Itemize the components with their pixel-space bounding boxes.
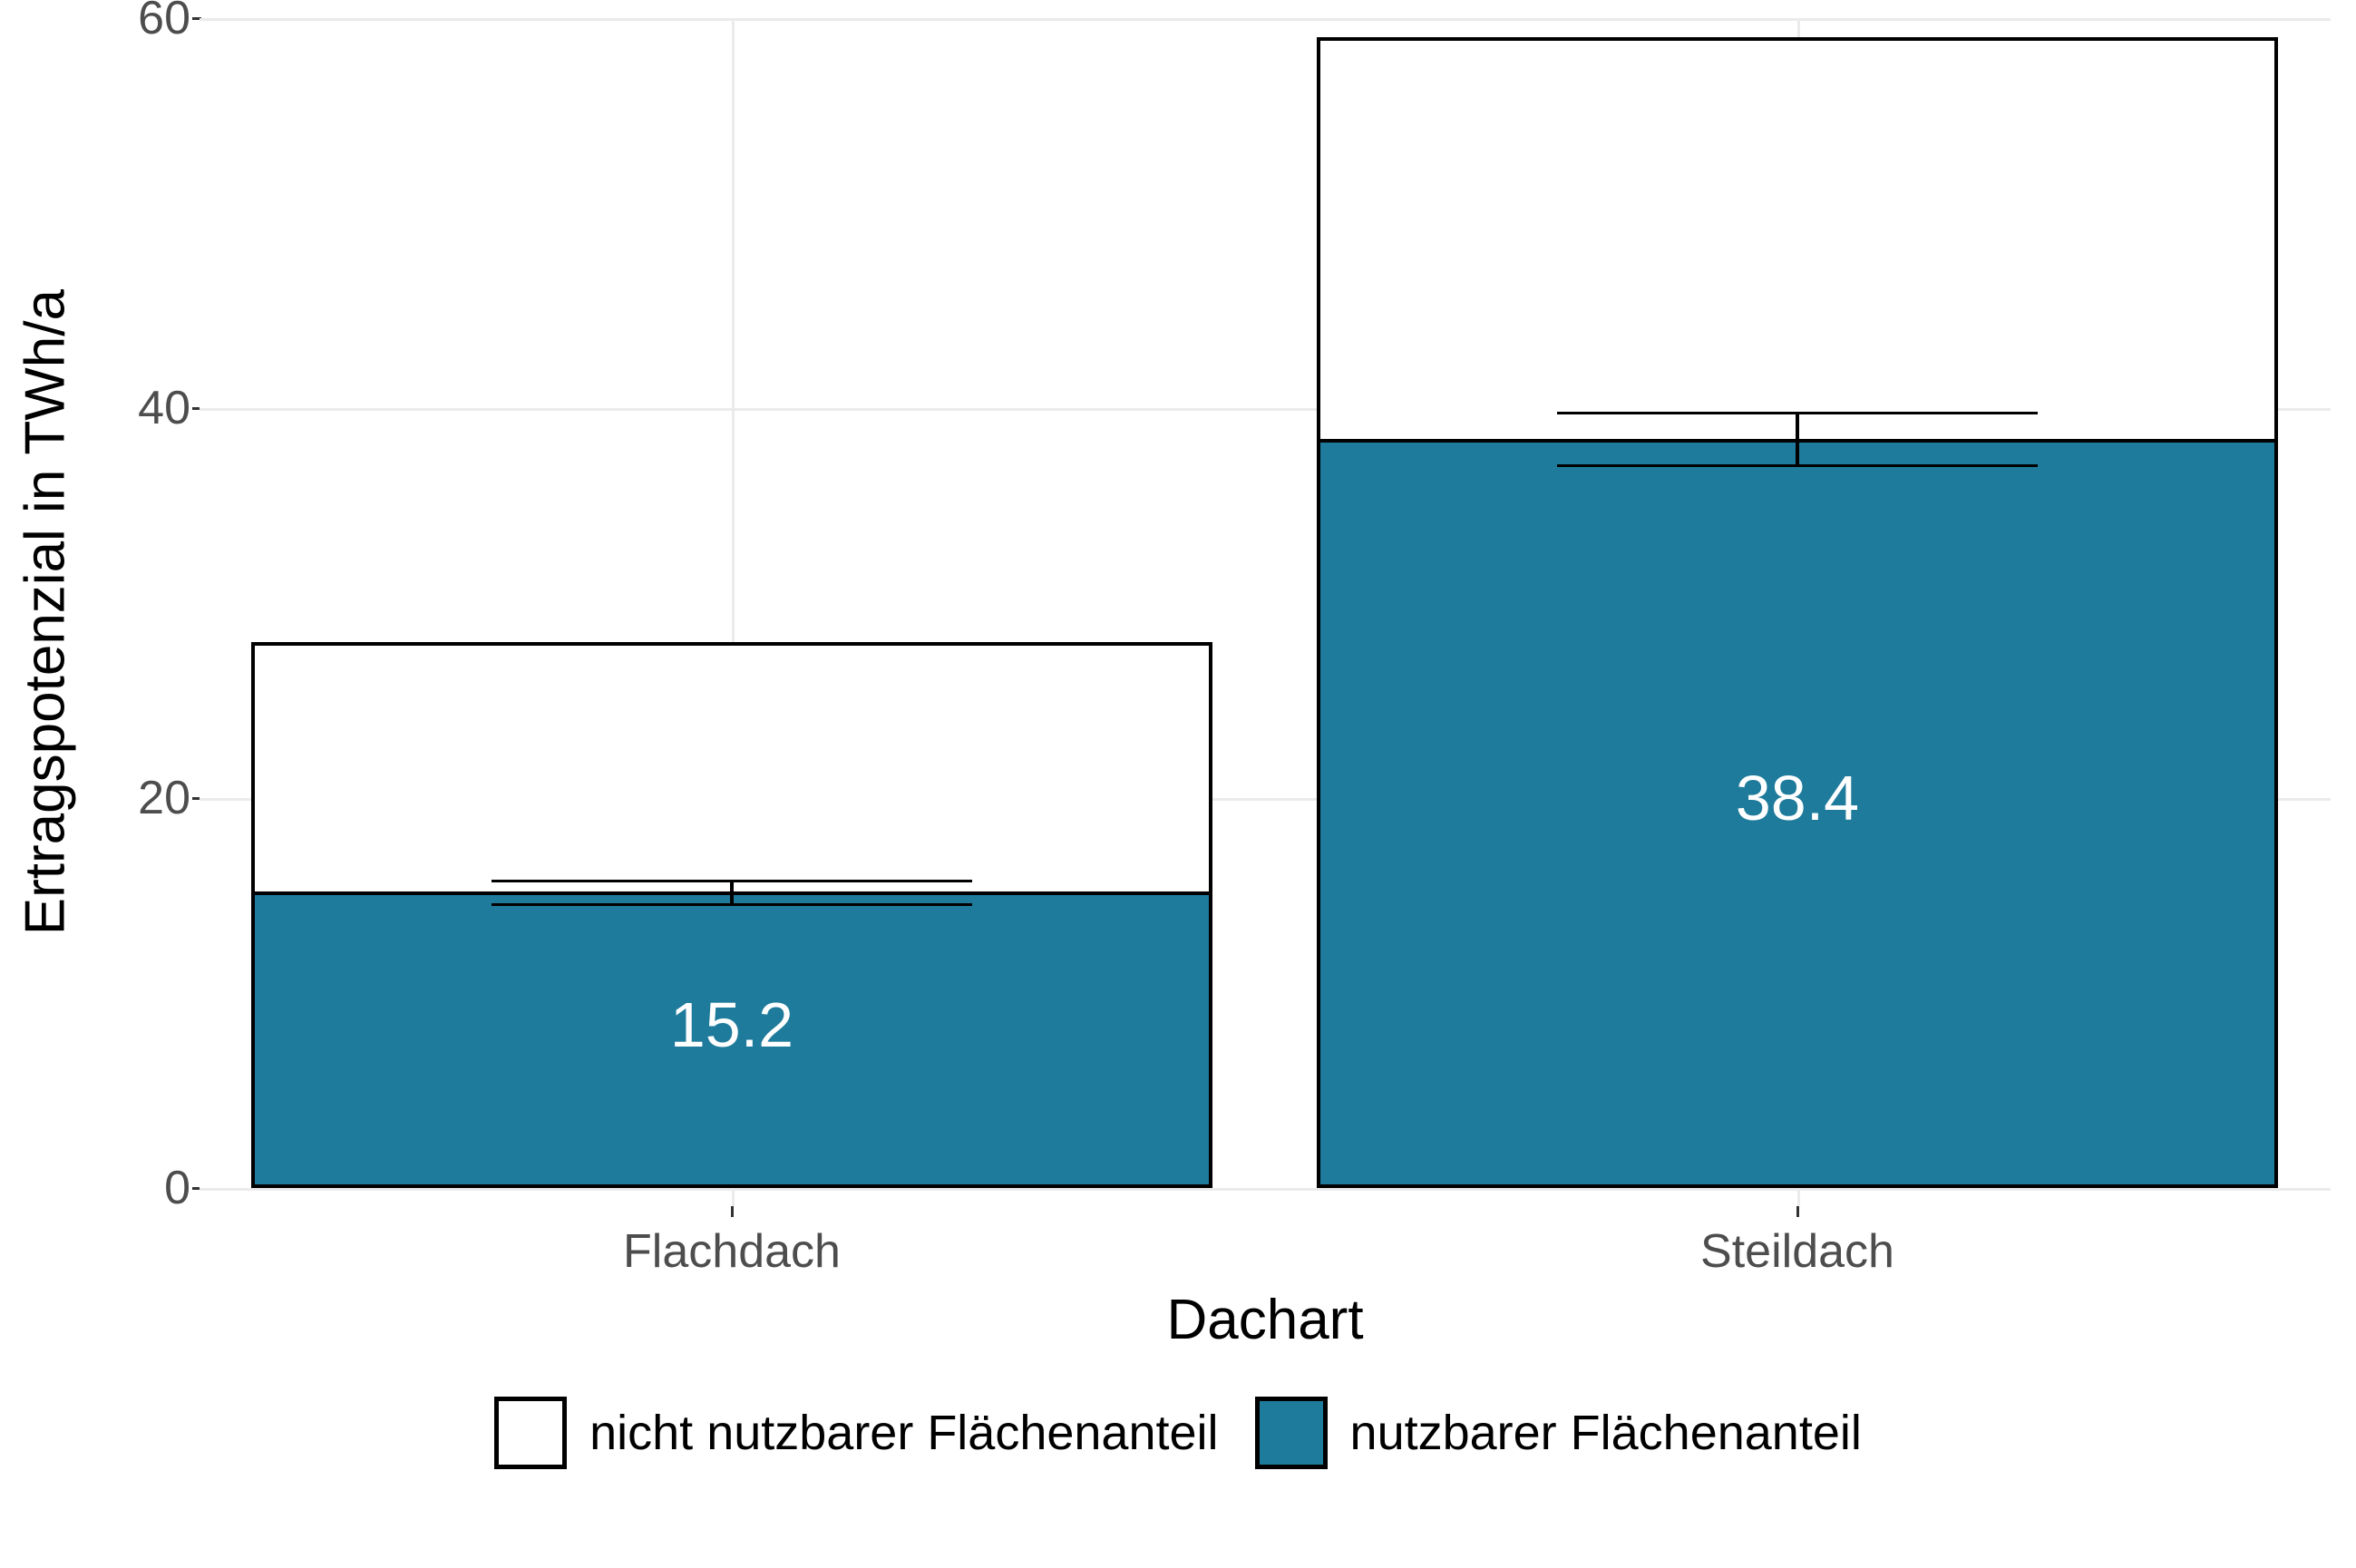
errorbar-cap — [492, 880, 972, 882]
x-tick-mark — [1796, 1206, 1799, 1217]
errorbar-flachdach — [730, 880, 734, 903]
gridline-h — [200, 1188, 2331, 1191]
y-tick-label: 60 — [113, 0, 190, 45]
x-tick-mark — [731, 1206, 734, 1217]
legend-item-not-usable: nicht nutzbarer Flächenanteil — [494, 1397, 1218, 1469]
legend-text: nicht nutzbarer Flächenanteil — [589, 1405, 1218, 1461]
x-tick-label: Flachdach — [623, 1224, 841, 1279]
errorbar-cap — [1557, 412, 2038, 414]
errorbar-cap — [492, 903, 972, 906]
errorbar-cap — [1557, 464, 2038, 467]
bar-value-label: 15.2 — [670, 989, 793, 1061]
bar-steildach-not-usable — [1317, 37, 2278, 443]
bar-flachdach-not-usable — [251, 642, 1212, 895]
legend: nicht nutzbarer Flächenanteil nutzbarer … — [0, 1397, 2356, 1469]
legend-swatch-icon — [494, 1397, 567, 1469]
errorbar-steildach — [1796, 412, 1799, 464]
y-tick-label: 0 — [113, 1161, 190, 1215]
x-tick-label: Steildach — [1700, 1224, 1894, 1279]
x-axis-label: Dachart — [200, 1288, 2331, 1352]
bar-value-label: 38.4 — [1736, 762, 1859, 834]
y-axis-label: Ertragspotenzial in TWh/a — [5, 0, 86, 1224]
chart-container: Ertragspotenzial in TWh/a 0 20 40 60 15.… — [0, 0, 2356, 1568]
y-tick-label: 20 — [113, 771, 190, 825]
y-tick-label: 40 — [113, 381, 190, 435]
legend-text: nutzbarer Flächenanteil — [1350, 1405, 1862, 1461]
plot-panel: 15.2 38.4 — [200, 18, 2331, 1206]
legend-item-usable: nutzbarer Flächenanteil — [1255, 1397, 1862, 1469]
gridline-h — [200, 18, 2331, 21]
legend-swatch-icon — [1255, 1397, 1328, 1469]
y-axis-label-text: Ertragspotenzial in TWh/a — [14, 289, 78, 935]
